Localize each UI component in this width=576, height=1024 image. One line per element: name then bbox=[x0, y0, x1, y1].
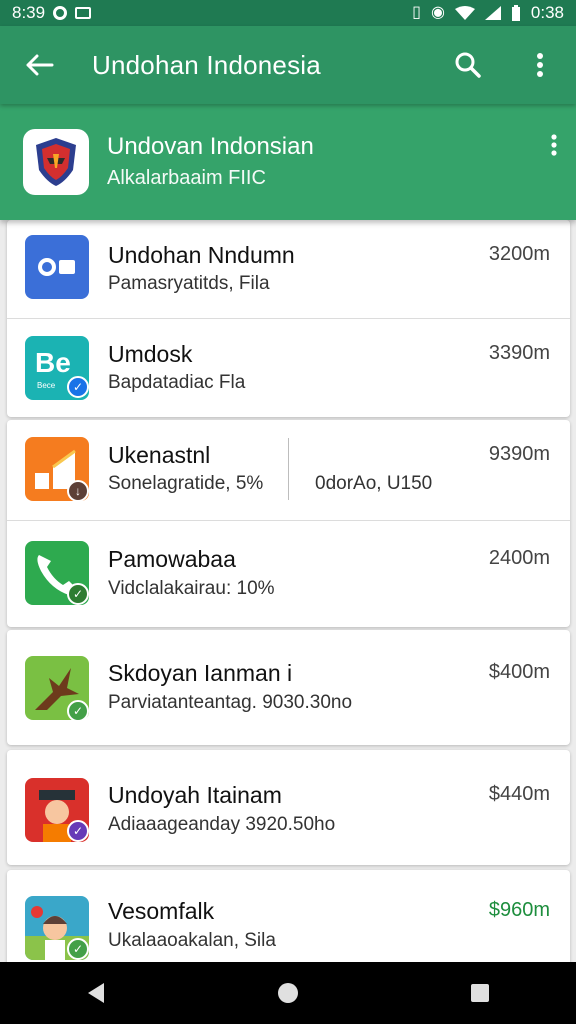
list-item[interactable]: ✓ Pamowabaa Vidclalakairau: 10% 2400m bbox=[7, 521, 570, 627]
item-subtitle: Adiaaageanday 3920.50ho bbox=[108, 814, 336, 835]
nav-recents-icon bbox=[471, 984, 489, 1002]
list-item[interactable]: ✓ Undoyah Itainam Adiaaageanday 3920.50h… bbox=[7, 750, 570, 865]
item-price: 3200m bbox=[488, 243, 550, 265]
list-card: ✓ Skdoyan Ianman i Parviatanteantag. 903… bbox=[7, 630, 570, 745]
divider bbox=[288, 438, 289, 500]
shield-icon bbox=[36, 138, 76, 186]
signal-icon bbox=[484, 6, 501, 20]
app-logo bbox=[23, 129, 89, 195]
list-item[interactable]: Be Bece ✓ Umdosk Bapdatadiac Fla 3390m bbox=[7, 319, 570, 417]
item-subtitle: Pamasryatitds, Fila bbox=[108, 273, 270, 294]
page-title: Undohan Indonesia bbox=[92, 49, 321, 80]
nav-back-button[interactable] bbox=[36, 962, 156, 1024]
search-button[interactable] bbox=[432, 26, 504, 104]
item-name: Undoyah Itainam bbox=[108, 782, 282, 808]
item-name: Ukenastnl bbox=[108, 442, 211, 468]
system-nav-bar bbox=[0, 962, 576, 1024]
list-item[interactable]: Undohan Nndumn Pamasryatitds, Fila 3200m bbox=[7, 220, 570, 318]
badge-icon: ✓ bbox=[67, 820, 89, 842]
list-card: Undohan Nndumn Pamasryatitds, Fila 3200m… bbox=[7, 220, 570, 417]
status-time-left: 8:39 bbox=[12, 3, 46, 22]
hotspot-icon: ◉ bbox=[430, 4, 445, 21]
item-subtitle: Parviatanteantag. 9030.30no bbox=[108, 692, 353, 713]
item-name: Vesomfalk bbox=[108, 898, 215, 924]
wifi-icon bbox=[454, 6, 475, 20]
item-price: 2400m bbox=[488, 547, 550, 569]
nav-recents-button[interactable] bbox=[420, 962, 540, 1024]
back-button[interactable] bbox=[0, 26, 80, 104]
vibrate-icon: ▯ bbox=[412, 4, 421, 21]
item-extra: 0dorAo, U150 bbox=[315, 473, 433, 494]
badge-icon: ✓ bbox=[67, 583, 89, 605]
back-arrow-icon bbox=[26, 54, 54, 76]
nav-home-icon bbox=[278, 983, 298, 1003]
photo-icon bbox=[75, 7, 92, 19]
item-price: $960m bbox=[488, 899, 550, 921]
list-card: ✓ Undoyah Itainam Adiaaageanday 3920.50h… bbox=[7, 750, 570, 865]
header-subtitle: Alkalarbaaim FIIC bbox=[107, 167, 266, 189]
item-subtitle: Sonelagratide, 5% bbox=[108, 473, 264, 494]
svg-text:Bece: Bece bbox=[37, 381, 56, 390]
more-vert-icon bbox=[551, 134, 557, 156]
item-subtitle: Ukalaaoakalan, Sila bbox=[108, 930, 276, 951]
list-card: ↓ Ukenastnl Sonelagratide, 5% 0dorAo, U1… bbox=[7, 420, 570, 627]
item-name: Umdosk bbox=[108, 341, 193, 367]
featured-app-header[interactable]: Undovan Indonsian Alkalarbaaim FIIC bbox=[0, 104, 576, 220]
badge-icon: ✓ bbox=[67, 376, 89, 398]
item-name: Pamowabaa bbox=[108, 546, 236, 572]
item-name: Undohan Nndumn bbox=[108, 242, 295, 268]
item-price: 9390m bbox=[488, 443, 550, 465]
svg-text:Be: Be bbox=[35, 347, 71, 378]
badge-icon: ✓ bbox=[67, 700, 89, 722]
badge-icon: ✓ bbox=[67, 938, 89, 960]
status-time-right: 0:38 bbox=[530, 3, 564, 22]
badge-icon: ↓ bbox=[67, 480, 89, 502]
item-subtitle: Vidclalakairau: 10% bbox=[108, 578, 275, 599]
search-icon bbox=[455, 52, 481, 78]
more-vert-icon bbox=[537, 53, 543, 77]
app-bar: Undohan Indonesia bbox=[0, 26, 576, 104]
item-name: Skdoyan Ianman i bbox=[108, 660, 293, 686]
record-icon bbox=[53, 6, 68, 20]
status-bar: 8:39 ▯ ◉ 0:38 bbox=[0, 0, 576, 26]
battery-icon bbox=[511, 5, 520, 21]
list-item[interactable]: ✓ Skdoyan Ianman i Parviatanteantag. 903… bbox=[7, 630, 570, 745]
header-more-button[interactable] bbox=[550, 134, 558, 161]
item-price: $440m bbox=[488, 783, 550, 805]
nav-home-button[interactable] bbox=[228, 962, 348, 1024]
more-options-button[interactable] bbox=[504, 26, 576, 104]
game-controller-icon bbox=[25, 235, 89, 299]
item-subtitle: Bapdatadiac Fla bbox=[108, 372, 246, 393]
item-price: 3390m bbox=[488, 342, 550, 364]
header-title: Undovan Indonsian bbox=[107, 133, 314, 160]
list-item[interactable]: ↓ Ukenastnl Sonelagratide, 5% 0dorAo, U1… bbox=[7, 420, 570, 520]
nav-back-icon bbox=[88, 983, 104, 1003]
item-price: $400m bbox=[488, 661, 550, 683]
